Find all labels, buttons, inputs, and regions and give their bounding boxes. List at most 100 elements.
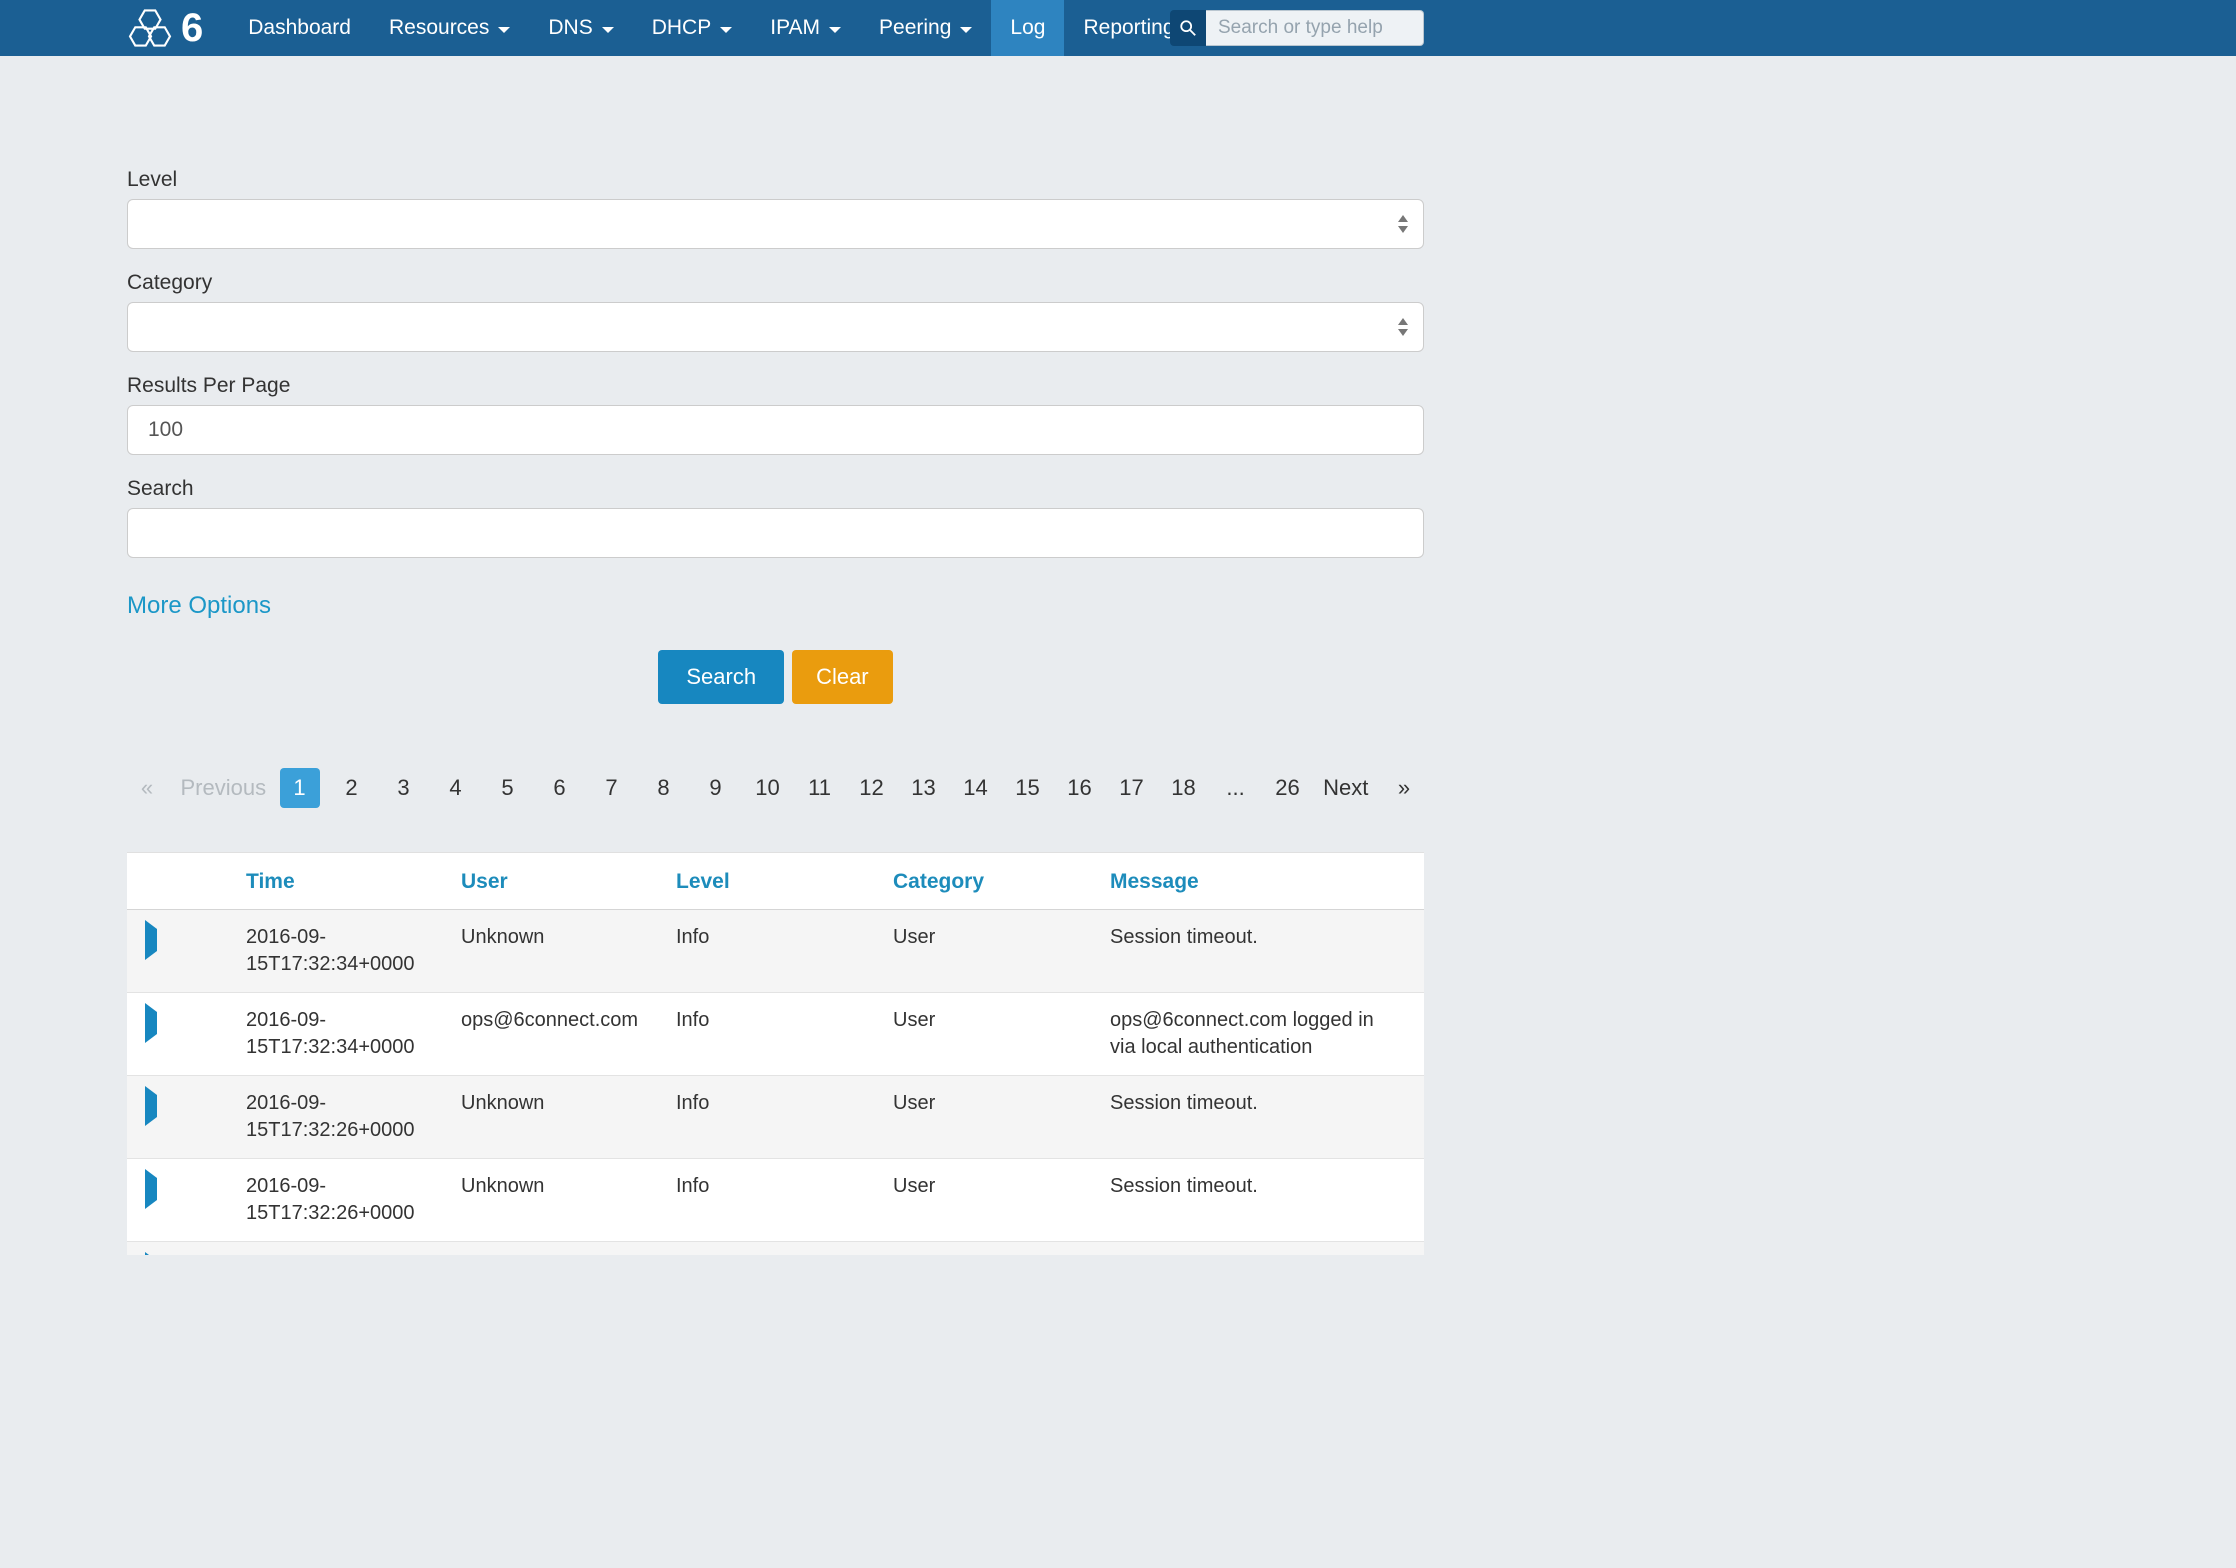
expander-cell bbox=[127, 1159, 246, 1241]
nav-item-label: DNS bbox=[548, 16, 592, 40]
cell-user: ops@6connect.com bbox=[461, 993, 676, 1075]
previous-arrow-icon[interactable]: « bbox=[127, 768, 167, 808]
table-body: 2016-09-15T17:32:34+0000 Unknown Info Us… bbox=[127, 910, 1424, 1242]
category-label: Category bbox=[127, 271, 1424, 295]
cell-time: 2016-09-15T17:32:34+0000 bbox=[246, 910, 461, 992]
column-header-expander bbox=[127, 853, 246, 909]
page-5[interactable]: 5 bbox=[488, 768, 528, 808]
nav-item-label: Log bbox=[1010, 16, 1045, 40]
column-header-level[interactable]: Level bbox=[676, 853, 893, 909]
cell-category: User bbox=[893, 910, 1110, 992]
page-11[interactable]: 11 bbox=[800, 768, 840, 808]
cell-category: User bbox=[893, 1076, 1110, 1158]
clear-button[interactable]: Clear bbox=[792, 650, 893, 704]
cell-time: 2016-09-15T17:32:26+0000 bbox=[246, 1159, 461, 1241]
6connect-logo[interactable]: 6 bbox=[0, 0, 229, 56]
table-header-row: TimeUserLevelCategoryMessage bbox=[127, 853, 1424, 910]
logo-six-text: 6 bbox=[181, 8, 203, 48]
column-header-category[interactable]: Category bbox=[893, 853, 1110, 909]
previous-button[interactable]: Previous bbox=[179, 768, 268, 808]
cell-level: Info bbox=[676, 1159, 893, 1241]
column-header-time[interactable]: Time bbox=[246, 853, 461, 909]
page-9[interactable]: 9 bbox=[696, 768, 736, 808]
nav-item-label: IPAM bbox=[770, 16, 820, 40]
page-4[interactable]: 4 bbox=[436, 768, 476, 808]
nav-item-ipam[interactable]: IPAM bbox=[751, 0, 860, 56]
table-row: 2016-09-15T17:32:26+0000 Unknown Info Us… bbox=[127, 1159, 1424, 1242]
nav-item-label: Peering bbox=[879, 16, 951, 40]
page-17[interactable]: 17 bbox=[1112, 768, 1152, 808]
expand-row-icon[interactable] bbox=[145, 920, 157, 960]
top-navbar: 6 Dashboard Resources DNS DHCP IPAM Peer… bbox=[0, 0, 2236, 56]
cell-message: ops@6connect.com logged in via local aut… bbox=[1110, 993, 1424, 1075]
results-per-page-input[interactable] bbox=[127, 405, 1424, 455]
search-label: Search bbox=[127, 477, 1424, 501]
log-table: TimeUserLevelCategoryMessage 2016-09-15T… bbox=[127, 852, 1424, 1255]
expand-row-icon[interactable] bbox=[145, 1169, 157, 1209]
cell-level: Info bbox=[676, 910, 893, 992]
table-row: 2016-09-15T17:32:34+0000 ops@6connect.co… bbox=[127, 993, 1424, 1076]
cell-category: User bbox=[893, 1159, 1110, 1241]
nav-item-label: Reporting bbox=[1083, 16, 1174, 40]
category-select[interactable] bbox=[127, 302, 1424, 352]
expander-cell bbox=[127, 910, 246, 992]
search-button[interactable]: Search bbox=[658, 650, 784, 704]
page-ellipsis[interactable]: ... bbox=[1216, 768, 1256, 808]
table-row: 2016-09-15T17:32:34+0000 Unknown Info Us… bbox=[127, 910, 1424, 993]
global-search-input[interactable] bbox=[1206, 10, 1424, 46]
nav-item-label: Dashboard bbox=[248, 16, 351, 40]
navbar-search bbox=[1170, 10, 1424, 46]
page-18[interactable]: 18 bbox=[1164, 768, 1204, 808]
page-16[interactable]: 16 bbox=[1060, 768, 1100, 808]
nav-item-peering[interactable]: Peering bbox=[860, 0, 991, 56]
page-6[interactable]: 6 bbox=[540, 768, 580, 808]
level-label: Level bbox=[127, 168, 1424, 192]
page-number-list: 123456789101112131415161718...26 bbox=[280, 768, 1308, 808]
search-icon bbox=[1179, 19, 1197, 37]
expand-row-icon[interactable] bbox=[145, 1252, 157, 1255]
page-13[interactable]: 13 bbox=[904, 768, 944, 808]
page-26[interactable]: 26 bbox=[1268, 768, 1308, 808]
nav-item-dns[interactable]: DNS bbox=[529, 0, 632, 56]
page-7[interactable]: 7 bbox=[592, 768, 632, 808]
caret-down-icon bbox=[829, 27, 841, 33]
nav-item-log[interactable]: Log bbox=[991, 0, 1064, 56]
caret-down-icon bbox=[602, 27, 614, 33]
cell-user: Unknown bbox=[461, 910, 676, 992]
caret-down-icon bbox=[960, 27, 972, 33]
page-1[interactable]: 1 bbox=[280, 768, 320, 808]
next-arrow-icon[interactable]: » bbox=[1384, 768, 1424, 808]
more-options-link[interactable]: More Options bbox=[127, 592, 271, 620]
page-3[interactable]: 3 bbox=[384, 768, 424, 808]
page-12[interactable]: 12 bbox=[852, 768, 892, 808]
filter-buttons: Search Clear bbox=[127, 650, 1424, 704]
column-header-message[interactable]: Message bbox=[1110, 853, 1424, 909]
caret-down-icon bbox=[498, 27, 510, 33]
cell-time: 2016-09-15T17:32:34+0000 bbox=[246, 993, 461, 1075]
page-8[interactable]: 8 bbox=[644, 768, 684, 808]
level-select[interactable] bbox=[127, 199, 1424, 249]
select-stepper-icon bbox=[1398, 318, 1408, 336]
page-10[interactable]: 10 bbox=[748, 768, 788, 808]
next-button[interactable]: Next bbox=[1320, 768, 1372, 808]
page-2[interactable]: 2 bbox=[332, 768, 372, 808]
table-row: 2016-09-15T17:32:26+0000 Unknown Info Us… bbox=[127, 1076, 1424, 1159]
nav-item-resources[interactable]: Resources bbox=[370, 0, 529, 56]
column-header-user[interactable]: User bbox=[461, 853, 676, 909]
results-per-page-label: Results Per Page bbox=[127, 374, 1424, 398]
expand-row-icon[interactable] bbox=[145, 1086, 157, 1126]
nav-item-dhcp[interactable]: DHCP bbox=[633, 0, 752, 56]
page-15[interactable]: 15 bbox=[1008, 768, 1048, 808]
cell-user: Unknown bbox=[461, 1076, 676, 1158]
expand-row-icon[interactable] bbox=[145, 1003, 157, 1043]
caret-down-icon bbox=[720, 27, 732, 33]
cell-level: Info bbox=[676, 1076, 893, 1158]
nav-item-dashboard[interactable]: Dashboard bbox=[229, 0, 370, 56]
log-search-input[interactable] bbox=[127, 508, 1424, 558]
select-stepper-icon bbox=[1398, 215, 1408, 233]
search-chip[interactable] bbox=[1170, 10, 1206, 46]
cell-user: Unknown bbox=[461, 1159, 676, 1241]
page-14[interactable]: 14 bbox=[956, 768, 996, 808]
hexagons-logo-icon bbox=[128, 8, 172, 48]
log-page-content: Level Category Results Per Page Search M… bbox=[127, 56, 1424, 1255]
